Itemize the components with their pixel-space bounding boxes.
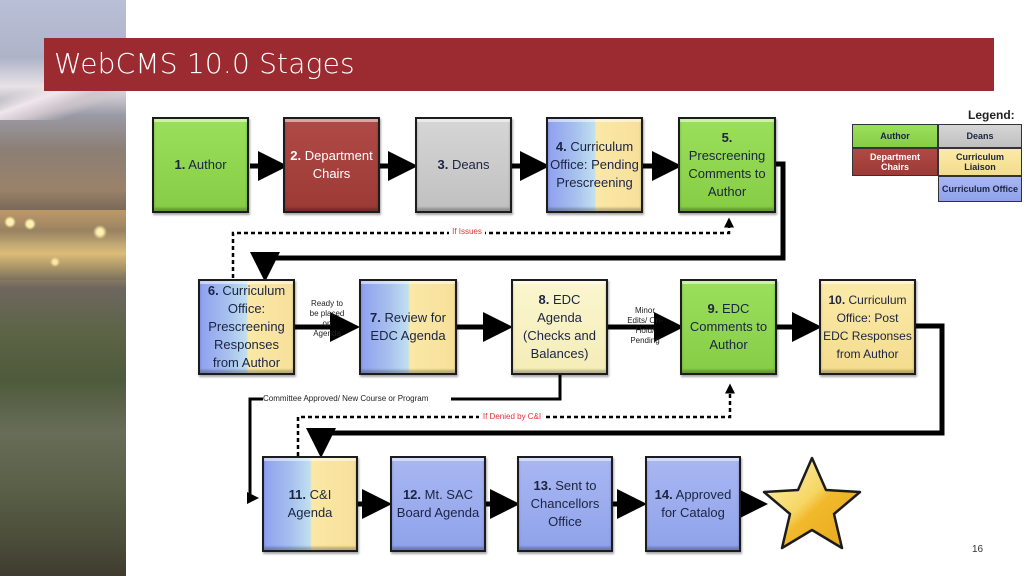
- label-minor-edits: Minor Edits/ On-Hold/ Pending: [627, 306, 663, 345]
- stage-label: Department Chairs: [304, 148, 373, 181]
- stage-number: 11.: [288, 487, 307, 502]
- stage-number: 9.: [707, 301, 719, 316]
- stage-number: 8.: [538, 292, 550, 307]
- page-number: 16: [972, 544, 984, 555]
- stage-7-review-edc-agenda: 7. Review for EDC Agenda: [359, 279, 457, 375]
- stage-number: 10.: [828, 293, 846, 307]
- stage-3-deans: 3. Deans: [415, 117, 512, 213]
- stage-1-author: 1. Author: [152, 117, 249, 213]
- stage-8-edc-agenda: 8. EDC Agenda (Checks and Balances): [511, 279, 608, 375]
- title-bar: WebCMS 10.0 Stages: [44, 38, 994, 91]
- stage-6-prescreening-responses: 6. Curriculum Office: Prescreening Respo…: [198, 279, 295, 375]
- stage-10-post-edc-responses: 10. Curriculum Office: Post EDC Response…: [819, 279, 916, 375]
- stage-number: 7.: [370, 310, 381, 325]
- legend-department-chairs: Department Chairs: [852, 148, 938, 176]
- slide-title: WebCMS 10.0 Stages: [54, 47, 355, 80]
- stage-12-board-agenda: 12. Mt. SAC Board Agenda: [390, 456, 486, 552]
- stage-5-prescreening-comments: 5. Prescreening Comments to Author: [678, 117, 776, 213]
- stage-label: EDC Comments to Author: [689, 301, 768, 352]
- stage-label: Review for EDC Agenda: [370, 310, 446, 343]
- stage-number: 6.: [207, 283, 219, 298]
- stage-number: 3.: [437, 157, 449, 172]
- label-committee-approved: Committee Approved/ New Course or Progra…: [263, 394, 451, 404]
- stage-2-department-chairs: 2. Department Chairs: [283, 117, 380, 213]
- stage-number: 4.: [555, 139, 567, 154]
- legend-author: Author: [852, 124, 938, 148]
- legend-deans: Deans: [938, 124, 1022, 148]
- star-icon: [762, 456, 862, 550]
- label-if-denied: If Denied by C&I: [479, 412, 545, 422]
- stage-number: 14.: [654, 487, 673, 502]
- stage-4-pending-prescreening: 4. Curriculum Office: Pending Prescreeni…: [546, 117, 643, 213]
- legend-curriculum-office: Curriculum Office: [938, 176, 1022, 202]
- stage-label: EDC Agenda (Checks and Balances): [523, 292, 596, 361]
- stage-label: Author: [188, 157, 227, 172]
- stage-number: 1.: [174, 157, 186, 172]
- stage-label: Deans: [451, 157, 490, 172]
- stage-number: 2.: [290, 148, 302, 163]
- stage-11-ci-agenda: 11. C&I Agenda: [262, 456, 358, 552]
- legend-curriculum-liaison: Curriculum Liaison: [938, 148, 1022, 176]
- photo-city-lights: [0, 210, 126, 280]
- stage-label: Prescreening Comments to Author: [688, 148, 766, 199]
- label-if-issues: If Issues: [449, 227, 485, 237]
- stage-label: Curriculum Office: Prescreening Response…: [208, 283, 286, 370]
- stage-number: 12.: [402, 487, 422, 502]
- stage-13-chancellors-office: 13. Sent to Chancellors Office: [517, 456, 613, 552]
- legend-title: Legend:: [968, 108, 1015, 122]
- stage-number: 13.: [533, 478, 552, 493]
- stage-9-edc-comments: 9. EDC Comments to Author: [680, 279, 777, 375]
- label-ready-for-agenda: Ready to be placed on Agenda: [309, 299, 345, 338]
- stage-number: 5.: [721, 130, 733, 145]
- stage-14-approved-catalog: 14. Approved for Catalog: [645, 456, 741, 552]
